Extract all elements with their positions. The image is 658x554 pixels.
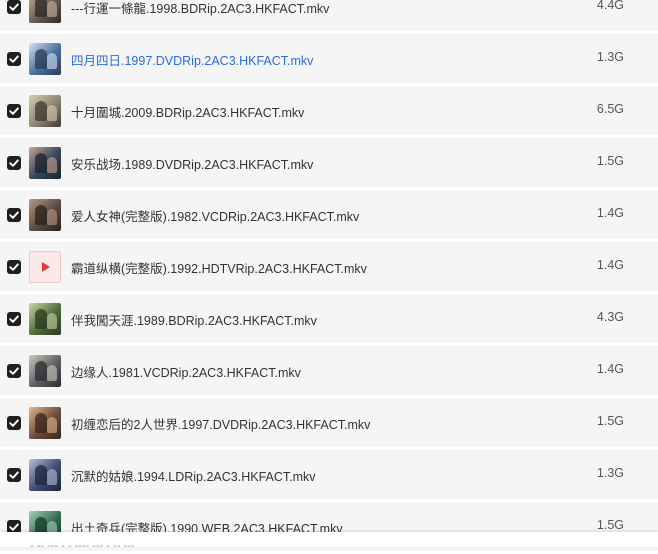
file-row[interactable]: 沉默的姑娘.1994.LDRip.2AC3.HKFACT.mkv 1.3G bbox=[0, 450, 658, 499]
file-size: 6.5G bbox=[596, 102, 624, 116]
file-name[interactable]: 爱人女神(完整版).1982.VCDRip.2AC3.HKFACT.mkv bbox=[71, 206, 359, 225]
file-row[interactable]: ---行運一條龍.1998.BDRip.2AC3.HKFACT.mkv 4.4G bbox=[0, 0, 658, 31]
checkmark-icon bbox=[9, 419, 19, 427]
file-name[interactable]: 霸道纵横(完整版).1992.HDTVRip.2AC3.HKFACT.mkv bbox=[71, 258, 367, 277]
file-row[interactable]: 霸道纵横(完整版).1992.HDTVRip.2AC3.HKFACT.mkv 1.… bbox=[0, 242, 658, 291]
file-name[interactable]: 边缘人.1981.VCDRip.2AC3.HKFACT.mkv bbox=[71, 362, 301, 381]
video-thumbnail[interactable] bbox=[29, 303, 61, 335]
file-size: 4.4G bbox=[596, 0, 624, 12]
file-size: 1.3G bbox=[596, 466, 624, 480]
row-checkbox[interactable] bbox=[7, 416, 21, 430]
checkmark-icon bbox=[9, 55, 19, 63]
video-thumbnail[interactable] bbox=[29, 407, 61, 439]
row-checkbox[interactable] bbox=[7, 312, 21, 326]
row-checkbox[interactable] bbox=[7, 260, 21, 274]
row-checkbox[interactable] bbox=[7, 104, 21, 118]
video-thumbnail[interactable] bbox=[29, 199, 61, 231]
file-size: 4.3G bbox=[596, 310, 624, 324]
file-size: 1.5G bbox=[596, 154, 624, 168]
file-name[interactable]: 安乐战场.1989.DVDRip.2AC3.HKFACT.mkv bbox=[71, 154, 313, 173]
file-name[interactable]: 初缠恋后的2人世界.1997.DVDRip.2AC3.HKFACT.mkv bbox=[71, 414, 370, 433]
file-size: 1.5G bbox=[596, 518, 624, 532]
file-size: 1.4G bbox=[596, 362, 624, 376]
file-name[interactable]: 四月四日.1997.DVDRip.2AC3.HKFACT.mkv bbox=[71, 50, 313, 69]
checkmark-icon bbox=[9, 107, 19, 115]
file-row[interactable]: 四月四日.1997.DVDRip.2AC3.HKFACT.mkv 1.3G bbox=[0, 34, 658, 83]
file-row[interactable]: 爱人女神(完整版).1982.VCDRip.2AC3.HKFACT.mkv 1.4… bbox=[0, 190, 658, 239]
file-size: 1.3G bbox=[596, 50, 624, 64]
checkmark-icon bbox=[9, 3, 19, 11]
file-name[interactable]: 伴我闖天涯.1989.BDRip.2AC3.HKFACT.mkv bbox=[71, 310, 317, 329]
row-checkbox[interactable] bbox=[7, 468, 21, 482]
file-size: 1.5G bbox=[596, 414, 624, 428]
play-triangle-icon bbox=[42, 262, 50, 272]
file-row[interactable]: 边缘人.1981.VCDRip.2AC3.HKFACT.mkv 1.4G bbox=[0, 346, 658, 395]
row-checkbox[interactable] bbox=[7, 208, 21, 222]
bottom-toolbar-text: - -- --- - - ---- --- - -- --- bbox=[30, 540, 135, 547]
video-thumbnail[interactable] bbox=[29, 147, 61, 179]
file-name[interactable]: 沉默的姑娘.1994.LDRip.2AC3.HKFACT.mkv bbox=[71, 466, 316, 485]
video-play-icon[interactable] bbox=[29, 251, 61, 283]
bottom-toolbar-partial: - -- --- - - ---- --- - -- --- bbox=[0, 532, 658, 547]
checkmark-icon bbox=[9, 159, 19, 167]
video-thumbnail[interactable] bbox=[29, 43, 61, 75]
row-checkbox[interactable] bbox=[7, 0, 21, 14]
file-list: ---行運一條龍.1998.BDRip.2AC3.HKFACT.mkv 4.4G 四… bbox=[0, 0, 658, 554]
file-row[interactable]: 十月圍城.2009.BDRip.2AC3.HKFACT.mkv 6.5G bbox=[0, 86, 658, 135]
file-name[interactable]: 十月圍城.2009.BDRip.2AC3.HKFACT.mkv bbox=[71, 102, 304, 121]
checkmark-icon bbox=[9, 315, 19, 323]
file-name[interactable]: ---行運一條龍.1998.BDRip.2AC3.HKFACT.mkv bbox=[71, 0, 329, 17]
file-size: 1.4G bbox=[596, 206, 624, 220]
checkmark-icon bbox=[9, 211, 19, 219]
file-size: 1.4G bbox=[596, 258, 624, 272]
video-thumbnail[interactable] bbox=[29, 355, 61, 387]
video-thumbnail[interactable] bbox=[29, 459, 61, 491]
file-row[interactable]: 伴我闖天涯.1989.BDRip.2AC3.HKFACT.mkv 4.3G bbox=[0, 294, 658, 343]
checkmark-icon bbox=[9, 263, 19, 271]
checkmark-icon bbox=[9, 367, 19, 375]
row-checkbox[interactable] bbox=[7, 364, 21, 378]
checkmark-icon bbox=[9, 471, 19, 479]
row-checkbox[interactable] bbox=[7, 52, 21, 66]
video-thumbnail[interactable] bbox=[29, 0, 61, 23]
row-checkbox[interactable] bbox=[7, 156, 21, 170]
file-row[interactable]: 初缠恋后的2人世界.1997.DVDRip.2AC3.HKFACT.mkv 1.5… bbox=[0, 398, 658, 447]
file-row[interactable]: 安乐战场.1989.DVDRip.2AC3.HKFACT.mkv 1.5G bbox=[0, 138, 658, 187]
video-thumbnail[interactable] bbox=[29, 95, 61, 127]
